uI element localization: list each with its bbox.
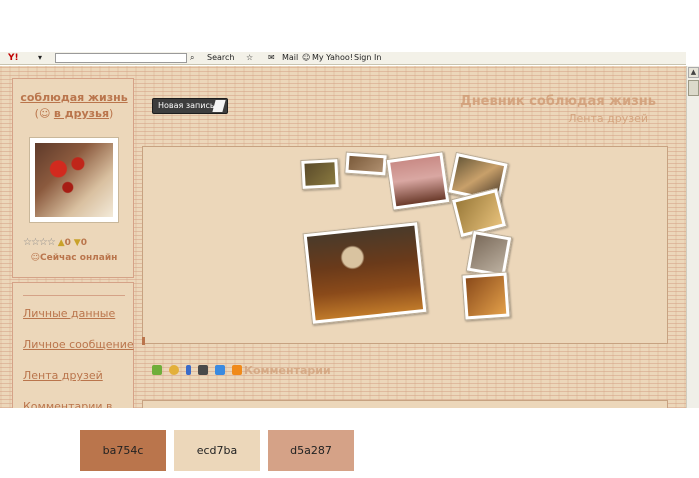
- online-status: ☺Сейчас онлайн: [13, 253, 135, 263]
- collage-photo: [385, 151, 451, 211]
- toolbar-dropdown-icon[interactable]: ▾: [38, 53, 42, 62]
- page-scrollbar[interactable]: ▲: [686, 66, 699, 408]
- toolbar-search-input[interactable]: [55, 53, 187, 63]
- collage-photo: [300, 158, 340, 190]
- toolbar-my-yahoo-link[interactable]: My Yahoo!: [312, 53, 353, 62]
- diary-page: соблюдая жизнь (☺ в друзья) ☆☆☆☆ ▲0 ▼0 ☺…: [0, 66, 686, 408]
- nav-divider: [23, 295, 125, 296]
- rating-star-icon[interactable]: ☆☆☆☆: [23, 237, 56, 248]
- color-swatch: ba754c: [80, 430, 166, 471]
- toolbar-search-button[interactable]: Search: [207, 53, 234, 62]
- rating-row: ☆☆☆☆ ▲0 ▼0: [23, 237, 87, 248]
- diary-subtitle-link[interactable]: Лента друзей: [568, 112, 648, 125]
- thumbs-down-icon[interactable]: ▼: [74, 238, 81, 248]
- online-user-icon: ☺: [30, 253, 41, 263]
- comments-label[interactable]: Комментарии: [244, 364, 331, 377]
- toolbar-mail-link[interactable]: Mail: [282, 53, 298, 62]
- color-swatch: d5a287: [268, 430, 354, 471]
- collage-photo: [302, 221, 428, 325]
- post-content: [142, 146, 668, 345]
- post-actions: [152, 365, 244, 377]
- add-friend-link[interactable]: (☺ в друзья): [13, 107, 135, 120]
- avatar-image: [35, 143, 113, 217]
- nav-item-private-message[interactable]: Личное сообщение: [23, 338, 134, 351]
- add-friend-label: в друзья: [53, 107, 110, 120]
- color-swatch: ecd7ba: [174, 430, 260, 471]
- scroll-up-arrow-icon[interactable]: ▲: [688, 67, 699, 78]
- friends-icon[interactable]: [152, 365, 162, 375]
- nav-item-personal-data[interactable]: Личные данные: [23, 307, 115, 320]
- bookmark-icon[interactable]: [186, 365, 192, 375]
- rss-icon[interactable]: [232, 365, 243, 375]
- new-post-label: Новая запись: [158, 101, 215, 110]
- avatar[interactable]: [29, 137, 119, 223]
- swatch-label: ecd7ba: [196, 444, 238, 457]
- new-post-button[interactable]: Новая запись: [152, 98, 228, 114]
- swatch-label: ba754c: [102, 444, 144, 457]
- next-post-panel: [142, 400, 668, 408]
- pencil-icon: [212, 100, 226, 112]
- thumbs-up-icon[interactable]: ▲: [58, 238, 65, 248]
- clock-icon[interactable]: [169, 365, 180, 375]
- collage-photo: [461, 271, 511, 321]
- swatch-label: d5a287: [290, 444, 332, 457]
- nav-box: Личные данные Личное сообщение Лента дру…: [12, 282, 134, 408]
- diary-title: Дневник соблюдая жизнь: [460, 94, 656, 109]
- rating-up-count: 0: [64, 238, 71, 248]
- collage-photo: [344, 151, 388, 177]
- scroll-thumb[interactable]: [688, 80, 699, 96]
- my-yahoo-icon[interactable]: ☺: [302, 53, 310, 62]
- save-icon[interactable]: [215, 365, 226, 375]
- browser-toolbar: Y! ▾ ⌕ Search ☆ ✉ Mail ☺ My Yahoo! Sign …: [0, 52, 686, 65]
- toolbar-star-icon[interactable]: ☆: [246, 53, 253, 62]
- print-icon[interactable]: [198, 365, 209, 375]
- online-status-label: Сейчас онлайн: [40, 253, 118, 263]
- post-collage-image[interactable]: [300, 151, 513, 325]
- yahoo-logo[interactable]: Y!: [8, 53, 19, 63]
- search-icon[interactable]: ⌕: [190, 53, 194, 63]
- toolbar-sign-in-link[interactable]: Sign In: [354, 53, 381, 62]
- rating-down-count: 0: [80, 238, 87, 248]
- mail-icon[interactable]: ✉: [268, 53, 275, 62]
- profile-box: соблюдая жизнь (☺ в друзья) ☆☆☆☆ ▲0 ▼0 ☺…: [12, 78, 134, 278]
- nav-item-friends-feed[interactable]: Лента друзей: [23, 369, 103, 382]
- content-marker: [142, 337, 145, 345]
- profile-name-link[interactable]: соблюдая жизнь: [13, 91, 135, 104]
- user-add-icon: ☺: [38, 107, 51, 120]
- nav-item-comments[interactable]: Комментарии в: [23, 400, 113, 408]
